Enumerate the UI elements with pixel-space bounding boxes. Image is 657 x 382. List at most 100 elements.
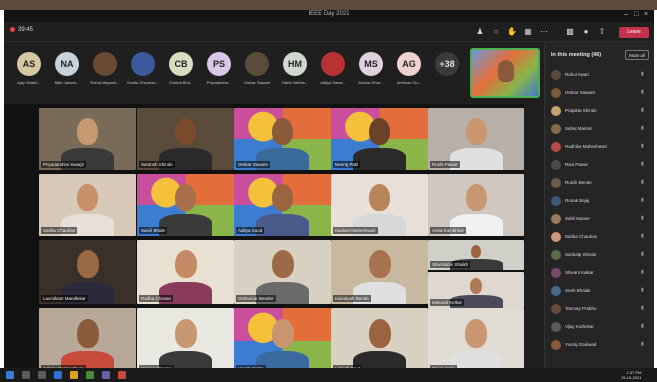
participant-avatar[interactable]: AG Abhinav Gu... bbox=[392, 52, 426, 85]
participant-face bbox=[272, 250, 294, 278]
video-tile[interactable]: Sarvil Bhide bbox=[137, 174, 234, 236]
video-tile[interactable]: Radha Chavan bbox=[137, 240, 234, 304]
participant-avatar[interactable]: Aditya Sawa... bbox=[316, 52, 350, 85]
mic-muted-icon[interactable]: ▮ bbox=[641, 215, 644, 221]
mic-muted-icon[interactable]: ▮ bbox=[641, 179, 644, 185]
video-tile[interactable]: Laxmikant Mandlekar bbox=[39, 240, 136, 304]
video-tile[interactable]: Lokesh Raut bbox=[331, 308, 428, 374]
participant-avatar[interactable]: MS Mohan Shar... bbox=[354, 52, 388, 85]
tile-participant-name: Laxmikant Mandlekar bbox=[41, 295, 88, 302]
leave-button[interactable]: Leave bbox=[619, 27, 649, 38]
participant-row[interactable]: Vijay Kothekar ▮ bbox=[549, 320, 651, 334]
avatar bbox=[551, 322, 561, 332]
video-tile[interactable]: Anita Kumbhkar bbox=[428, 174, 524, 236]
video-tile[interactable]: Rushi Pawar bbox=[428, 108, 524, 170]
participant-avatar[interactable]: AS Ajay Shanb... bbox=[12, 52, 46, 85]
video-tile[interactable]: Harsh Mehta bbox=[234, 308, 331, 374]
participant-avatar[interactable]: CB Chetna Bha... bbox=[164, 52, 198, 85]
participant-row[interactable]: Prajakta Shinde ▮ bbox=[549, 104, 651, 118]
participant-row[interactable]: Tanmay Prabhu ▮ bbox=[549, 302, 651, 316]
participant-row[interactable]: Rutvik Bende ▮ bbox=[549, 176, 651, 190]
store-icon[interactable] bbox=[86, 371, 94, 379]
mic-muted-icon[interactable]: ▮ bbox=[641, 107, 644, 113]
mic-muted-icon[interactable]: ▮ bbox=[641, 323, 644, 329]
search-icon[interactable] bbox=[22, 371, 30, 379]
video-tile[interactable]: Gauri Joshi bbox=[428, 308, 524, 374]
mic-muted-icon[interactable]: ▮ bbox=[641, 197, 644, 203]
mic-muted-icon[interactable]: ▮ bbox=[641, 89, 644, 95]
participant-row[interactable]: Sahil Marwe ▮ bbox=[549, 212, 651, 226]
mic-muted-icon[interactable]: ▮ bbox=[641, 143, 644, 149]
participants-header: In this meeting (46) bbox=[551, 52, 602, 58]
participant-row[interactable]: Shivani Kalkar ▮ bbox=[549, 266, 651, 280]
task-view-icon[interactable] bbox=[38, 371, 46, 379]
more-actions-icon[interactable]: ⋯ bbox=[538, 26, 550, 38]
video-tile[interactable]: Priyadarshini Swarjit bbox=[39, 108, 136, 170]
mic-muted-icon[interactable]: ▮ bbox=[641, 161, 644, 167]
app-icon[interactable] bbox=[118, 371, 126, 379]
video-tile[interactable]: Aditya Sood bbox=[234, 174, 331, 236]
teams-icon[interactable] bbox=[102, 371, 110, 379]
participant-avatar[interactable]: NA Nitin Jaiswa... bbox=[50, 52, 84, 85]
participant-row[interactable]: Sarika Chauhan ▮ bbox=[549, 230, 651, 244]
participant-row[interactable]: Yuvraj Gaikwad ▮ bbox=[549, 338, 651, 352]
self-video-preview[interactable] bbox=[470, 48, 540, 98]
tile-participant-name: Aditya Sood bbox=[236, 227, 265, 234]
close-icon[interactable]: × bbox=[644, 11, 648, 18]
mic-muted-icon[interactable]: ▮ bbox=[641, 269, 644, 275]
screenshot-frame: IEEE Day 2021 – □ × 39:45 ♟ ○ ✋ ▦ ⋯ ▩ ● … bbox=[0, 0, 657, 382]
participant-avatar[interactable]: HM Harsh Mehta... bbox=[278, 52, 312, 85]
start-icon[interactable] bbox=[6, 371, 14, 379]
mic-muted-icon[interactable]: ▮ bbox=[641, 287, 644, 293]
participant-row[interactable]: Ronak Bajaj ▮ bbox=[549, 194, 651, 208]
avatar-initials: CB bbox=[169, 52, 193, 76]
mic-icon[interactable]: ● bbox=[580, 26, 592, 38]
video-tile[interactable]: Omkar Sawant bbox=[234, 108, 331, 170]
video-tile[interactable]: Shivraddin Shaikh bbox=[428, 240, 524, 270]
avatar bbox=[551, 232, 561, 242]
participant-row[interactable]: Ravi Pawar ▮ bbox=[549, 158, 651, 172]
video-tile[interactable]: Sarika Chauhan bbox=[39, 174, 136, 236]
participant-row[interactable]: Rahul Awari ▮ bbox=[549, 68, 651, 82]
raise-hand-icon[interactable]: ✋ bbox=[506, 26, 518, 38]
mute-all-button[interactable]: Mute all bbox=[625, 50, 649, 60]
video-tile[interactable]: Ashray Parmeshwar bbox=[39, 308, 136, 374]
participant-face bbox=[175, 184, 196, 211]
video-tile[interactable]: Santosh Shinde bbox=[137, 108, 234, 170]
participant-row[interactable]: Sankalp Shinde ▮ bbox=[549, 248, 651, 262]
video-tile[interactable]: Mukund Kelkar bbox=[428, 272, 524, 308]
mic-muted-icon[interactable]: ▮ bbox=[641, 305, 644, 311]
video-tile[interactable]: Neeraj Patil bbox=[331, 108, 428, 170]
participant-row[interactable]: Sahej Manral ▮ bbox=[549, 122, 651, 136]
people-icon[interactable]: ♟ bbox=[474, 26, 486, 38]
participant-row[interactable]: Radhika Maheshwari ▮ bbox=[549, 140, 651, 154]
participant-avatar[interactable]: +38 bbox=[430, 52, 464, 80]
tile-participant-name: Omkumar Bendre bbox=[236, 295, 276, 302]
participant-row[interactable]: Sneh Bhalait ▮ bbox=[549, 284, 651, 298]
participant-row[interactable]: Omkar Sawant ▮ bbox=[549, 86, 651, 100]
maximize-icon[interactable]: □ bbox=[634, 11, 638, 18]
participant-avatar[interactable]: Roma Mayand... bbox=[88, 52, 122, 85]
file-explorer-icon[interactable] bbox=[70, 371, 78, 379]
chat-icon[interactable]: ○ bbox=[490, 26, 502, 38]
video-tile[interactable]: Kaivalyah Bende bbox=[331, 240, 428, 304]
participant-avatar[interactable]: Sunita Chauhan... bbox=[126, 52, 160, 85]
mic-muted-icon[interactable]: ▮ bbox=[641, 125, 644, 131]
tile-participant-name: Kaivalyah Bende bbox=[333, 295, 371, 302]
mic-muted-icon[interactable]: ▮ bbox=[641, 251, 644, 257]
mic-muted-icon[interactable]: ▮ bbox=[641, 341, 644, 347]
camera-icon[interactable]: ▩ bbox=[564, 26, 576, 38]
participant-avatar[interactable]: PS Priyadarsha... bbox=[202, 52, 236, 85]
edge-icon[interactable] bbox=[54, 371, 62, 379]
video-tile[interactable]: Kaulast Maheshwari bbox=[331, 174, 428, 236]
video-tile[interactable]: Omkumar Bendre bbox=[234, 240, 331, 304]
rooms-icon[interactable]: ▦ bbox=[522, 26, 534, 38]
participant-face bbox=[77, 118, 98, 145]
self-face bbox=[498, 60, 514, 82]
minimize-icon[interactable]: – bbox=[624, 11, 628, 18]
participant-avatar[interactable]: Omkar Sawant bbox=[240, 52, 274, 85]
mic-muted-icon[interactable]: ▮ bbox=[641, 71, 644, 77]
share-icon[interactable]: ⇧ bbox=[596, 26, 608, 38]
video-tile[interactable]: Varnan Sharma bbox=[137, 308, 234, 374]
mic-muted-icon[interactable]: ▮ bbox=[641, 233, 644, 239]
